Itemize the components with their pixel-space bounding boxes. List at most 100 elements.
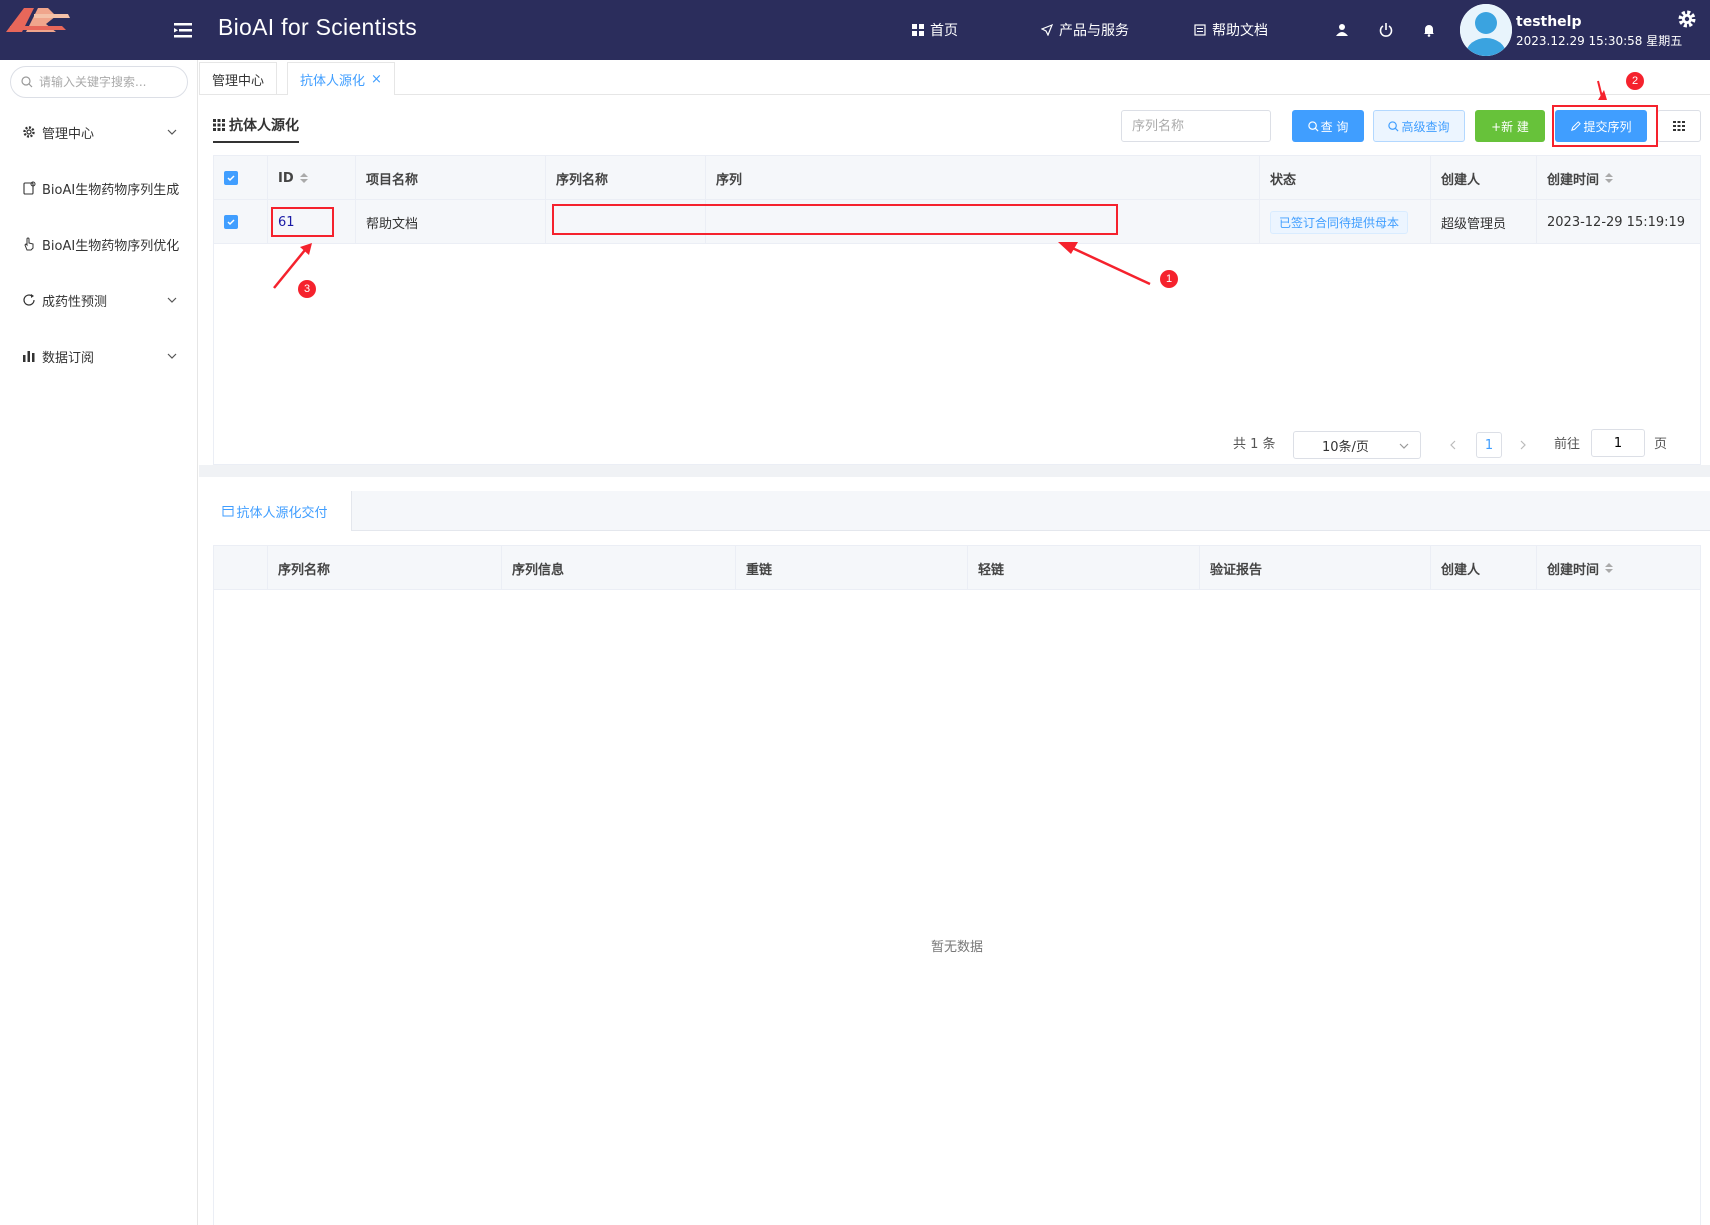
humanization-table: ID 项目名称 序列名称 序列 状态 创建人 创建时间 61 帮助文档 已签订合… (213, 155, 1701, 465)
column-settings-button[interactable] (1657, 110, 1701, 142)
column-header-seq-name: 序列名称 (268, 546, 502, 590)
datetime: 2023.12.29 15:30:58 星期五 (1516, 34, 1683, 48)
column-header-seq-info: 序列信息 (502, 546, 736, 590)
app-title: BioAI for Scientists (218, 14, 418, 40)
sidebar-item-admin-center[interactable]: 管理中心 (0, 112, 198, 152)
column-header-label: 创建时间 (1547, 172, 1600, 188)
page-number-current[interactable]: 1 (1476, 432, 1502, 458)
select-all-checkbox[interactable] (224, 171, 238, 185)
power-icon[interactable] (1376, 20, 1396, 40)
page-title-text: 抗体人源化 (229, 118, 299, 134)
grid-icon (213, 119, 225, 131)
page-title: 抗体人源化 (213, 115, 299, 143)
document-icon (1194, 24, 1206, 36)
sidebar-item-sequence-optimization[interactable]: BioAI生物药物序列优化 (0, 224, 198, 264)
blank-header-cell (214, 546, 268, 590)
tab-antibody-delivery[interactable]: 抗体人源化交付 (199, 491, 352, 531)
query-button-label: 查 询 (1320, 119, 1349, 134)
tab-label: 抗体人源化 (300, 73, 366, 89)
advanced-query-label: 高级查询 (1401, 119, 1450, 134)
select-all-cell (214, 156, 268, 200)
gear-icon (20, 123, 38, 141)
column-header-light-chain: 轻链 (968, 546, 1200, 590)
sort-icon[interactable] (299, 173, 308, 183)
nav-products[interactable]: 产品与服务 (1041, 20, 1129, 40)
refresh-icon (20, 291, 38, 309)
sidebar-item-druggability[interactable]: 成药性预测 (0, 280, 198, 320)
empty-state-text: 暂无数据 (930, 940, 983, 955)
bell-icon[interactable] (1419, 20, 1439, 40)
page-size-select[interactable]: 10条/页 (1293, 431, 1421, 459)
grid-icon (912, 24, 924, 36)
column-header-label: 项目名称 (366, 172, 419, 188)
column-header-label: 轻链 (978, 562, 1005, 578)
nav-products-label: 产品与服务 (1059, 23, 1129, 39)
column-header-label: 创建时间 (1547, 562, 1600, 578)
chevron-down-icon (1399, 443, 1409, 449)
sidebar-item-data-subscription[interactable]: 数据订阅 (0, 336, 198, 376)
column-header-creator: 创建人 (1431, 546, 1537, 590)
avatar[interactable] (1460, 4, 1512, 56)
close-icon[interactable]: × (371, 72, 382, 87)
column-header-label: 创建人 (1441, 562, 1481, 578)
username: testhelp (1516, 14, 1582, 30)
annotation-badge-3: 3 (298, 280, 316, 298)
column-header-label: 重链 (746, 562, 773, 578)
annotation-badge-1: 1 (1160, 270, 1178, 288)
cell-created-time: 2023-12-29 15:19:19 (1547, 214, 1686, 230)
delivery-tabs: 抗体人源化交付 (199, 491, 1710, 531)
next-page-icon[interactable] (1517, 439, 1529, 451)
column-header-validation-report: 验证报告 (1200, 546, 1431, 590)
top-header: BioAI for Scientists 首页 产品与服务 帮助文档 testh… (0, 0, 1710, 60)
column-header-creator: 创建人 (1431, 156, 1537, 200)
sidebar-item-label: BioAI生物药物序列优化 (42, 238, 180, 254)
prev-page-icon[interactable] (1447, 439, 1459, 451)
bar-chart-icon (20, 347, 38, 365)
send-icon (1041, 24, 1053, 36)
settings-gear-icon[interactable] (1676, 8, 1698, 30)
column-header-created-time[interactable]: 创建时间 (1537, 546, 1700, 590)
tab-admin-center[interactable]: 管理中心 (199, 62, 278, 95)
tab-label: 抗体人源化交付 (236, 505, 328, 521)
row-select-cell (214, 200, 268, 244)
tab-antibody-humanization[interactable]: 抗体人源化 × (287, 62, 395, 95)
advanced-query-button[interactable]: 高级查询 (1373, 110, 1465, 142)
sort-icon[interactable] (1605, 173, 1614, 183)
sequence-name-search-input[interactable] (1121, 110, 1271, 142)
column-header-id[interactable]: ID (268, 156, 356, 200)
annotation-box-id (271, 207, 334, 237)
row-checkbox[interactable] (224, 215, 238, 229)
annotation-badge-2: 2 (1626, 72, 1644, 90)
column-header-created-time[interactable]: 创建时间 (1537, 156, 1700, 200)
goto-label: 前往 (1554, 437, 1581, 452)
sidebar-search[interactable] (10, 66, 188, 98)
user-icon[interactable] (1332, 20, 1352, 40)
delivery-table: 序列名称 序列信息 重链 轻链 验证报告 创建人 创建时间 暂无数据 (213, 545, 1701, 1225)
cell-creator: 超级管理员 (1431, 200, 1537, 244)
sidebar-item-label: BioAI生物药物序列生成 (42, 182, 180, 198)
column-header-label: 验证报告 (1210, 562, 1263, 578)
sort-icon[interactable] (1605, 563, 1614, 573)
query-button[interactable]: 查 询 (1292, 110, 1364, 142)
nav-help-docs-label: 帮助文档 (1212, 23, 1268, 39)
check-icon (227, 175, 235, 182)
menu-toggle-icon[interactable] (170, 18, 196, 42)
page-size-value: 10条/页 (1322, 439, 1369, 455)
column-header-label: 序列名称 (278, 562, 331, 578)
page-tabs: 管理中心 抗体人源化 × (199, 60, 1710, 95)
nav-home[interactable]: 首页 (912, 20, 958, 40)
nav-help-docs[interactable]: 帮助文档 (1194, 20, 1268, 40)
goto-page-input[interactable] (1591, 429, 1645, 457)
new-button-label: +新 建 (1491, 119, 1529, 134)
cell-project: 帮助文档 (356, 200, 546, 244)
sidebar-search-input[interactable] (39, 75, 179, 89)
column-header-label: 创建人 (1441, 172, 1481, 188)
new-button[interactable]: +新 建 (1475, 110, 1545, 142)
sidebar-item-sequence-generation[interactable]: BioAI生物药物序列生成 (0, 168, 198, 208)
pagination-total: 共 1 条 (1233, 437, 1276, 452)
tab-label: 管理中心 (212, 73, 265, 89)
chevron-down-icon (167, 297, 177, 303)
column-header-label: 序列信息 (512, 562, 565, 578)
grid-icon (1673, 121, 1685, 131)
sidebar-item-label: 管理中心 (42, 126, 95, 142)
